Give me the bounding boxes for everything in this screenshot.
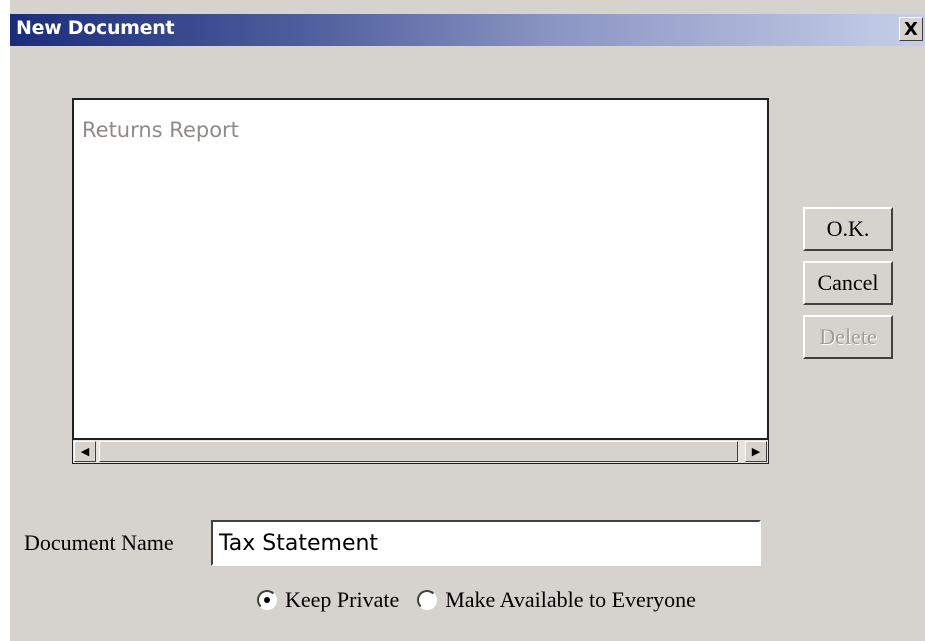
window-title: New Document xyxy=(16,17,175,39)
document-name-input[interactable] xyxy=(211,520,761,566)
make-available-label: Make Available to Everyone xyxy=(445,587,696,612)
delete-button[interactable]: Delete xyxy=(803,315,893,359)
radio-selected-dot xyxy=(264,597,270,603)
scroll-left-button[interactable]: ◀ xyxy=(74,441,96,462)
scroll-right-button[interactable]: ▶ xyxy=(745,441,767,462)
make-available-option[interactable]: Make Available to Everyone xyxy=(417,587,696,613)
title-bar: New Document X xyxy=(10,14,925,46)
ok-button[interactable]: O.K. xyxy=(803,207,893,251)
make-available-radio[interactable] xyxy=(417,590,438,610)
cancel-button[interactable]: Cancel xyxy=(803,261,893,305)
left-arrow-icon: ◀ xyxy=(80,446,90,458)
horizontal-scrollbar[interactable]: ◀ ▶ xyxy=(72,439,769,464)
keep-private-label: Keep Private xyxy=(285,587,400,612)
visibility-options: Keep Private Make Available to Everyone xyxy=(257,587,714,613)
right-arrow-icon: ▶ xyxy=(751,446,761,458)
document-list[interactable]: Returns Report xyxy=(72,98,769,440)
close-icon: X xyxy=(904,18,918,40)
window-left-edge xyxy=(0,0,10,641)
list-item[interactable]: Returns Report xyxy=(82,118,239,142)
close-button[interactable]: X xyxy=(899,17,923,41)
document-name-label: Document Name xyxy=(24,530,174,555)
scroll-thumb[interactable] xyxy=(99,441,738,462)
keep-private-option[interactable]: Keep Private xyxy=(257,587,399,613)
keep-private-radio[interactable] xyxy=(257,590,277,610)
